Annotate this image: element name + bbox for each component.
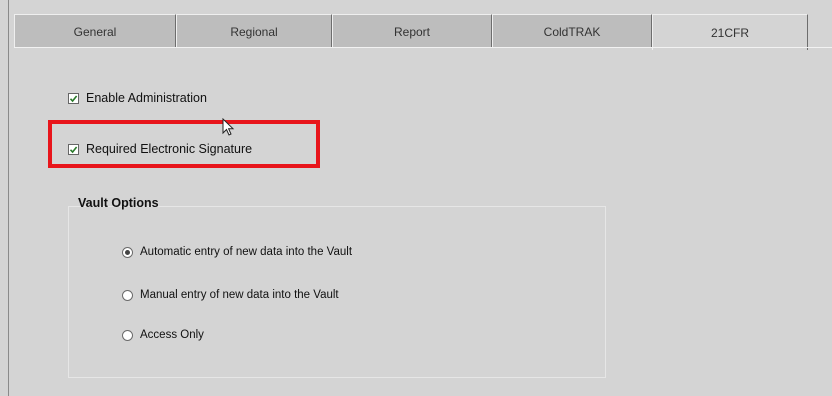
radio-manual-entry[interactable]: Manual entry of new data into the Vault (122, 289, 339, 301)
highlight-annotation-box (48, 120, 320, 168)
radio-label: Manual entry of new data into the Vault (140, 289, 339, 301)
checkbox-label: Enable Administration (86, 91, 207, 105)
tab-label: General (73, 24, 117, 39)
tab-label: Regional (230, 24, 278, 39)
checkbox-box[interactable] (68, 92, 79, 104)
tab-general[interactable]: General (14, 14, 176, 48)
tab-regional[interactable]: Regional (176, 14, 332, 48)
radio-label: Automatic entry of new data into the Vau… (140, 246, 353, 258)
radio-label: Access Only (140, 329, 204, 341)
tab-label: ColdTRAK (543, 24, 601, 39)
tab-21cfr[interactable]: 21CFR (652, 14, 808, 50)
tab-panel-top-edge (14, 47, 832, 48)
tab-coldtrak[interactable]: ColdTRAK (492, 14, 652, 48)
tab-label: 21CFR (710, 25, 749, 40)
radio-automatic-entry[interactable]: Automatic entry of new data into the Vau… (122, 246, 352, 258)
radio-button[interactable] (122, 289, 133, 301)
enable-administration-checkbox[interactable]: Enable Administration (68, 91, 207, 105)
mouse-cursor-icon (222, 118, 235, 136)
vault-options-title: Vault Options (78, 196, 159, 210)
window-border (8, 0, 9, 396)
check-icon (69, 95, 78, 102)
radio-selected-dot (125, 249, 130, 255)
radio-button[interactable] (122, 329, 133, 341)
radio-button[interactable] (122, 246, 133, 258)
tab-report[interactable]: Report (332, 14, 492, 48)
tab-strip: General Regional Report ColdTRAK 21CFR (14, 14, 832, 50)
tab-label: Report (393, 24, 431, 39)
radio-access-only[interactable]: Access Only (122, 329, 204, 341)
